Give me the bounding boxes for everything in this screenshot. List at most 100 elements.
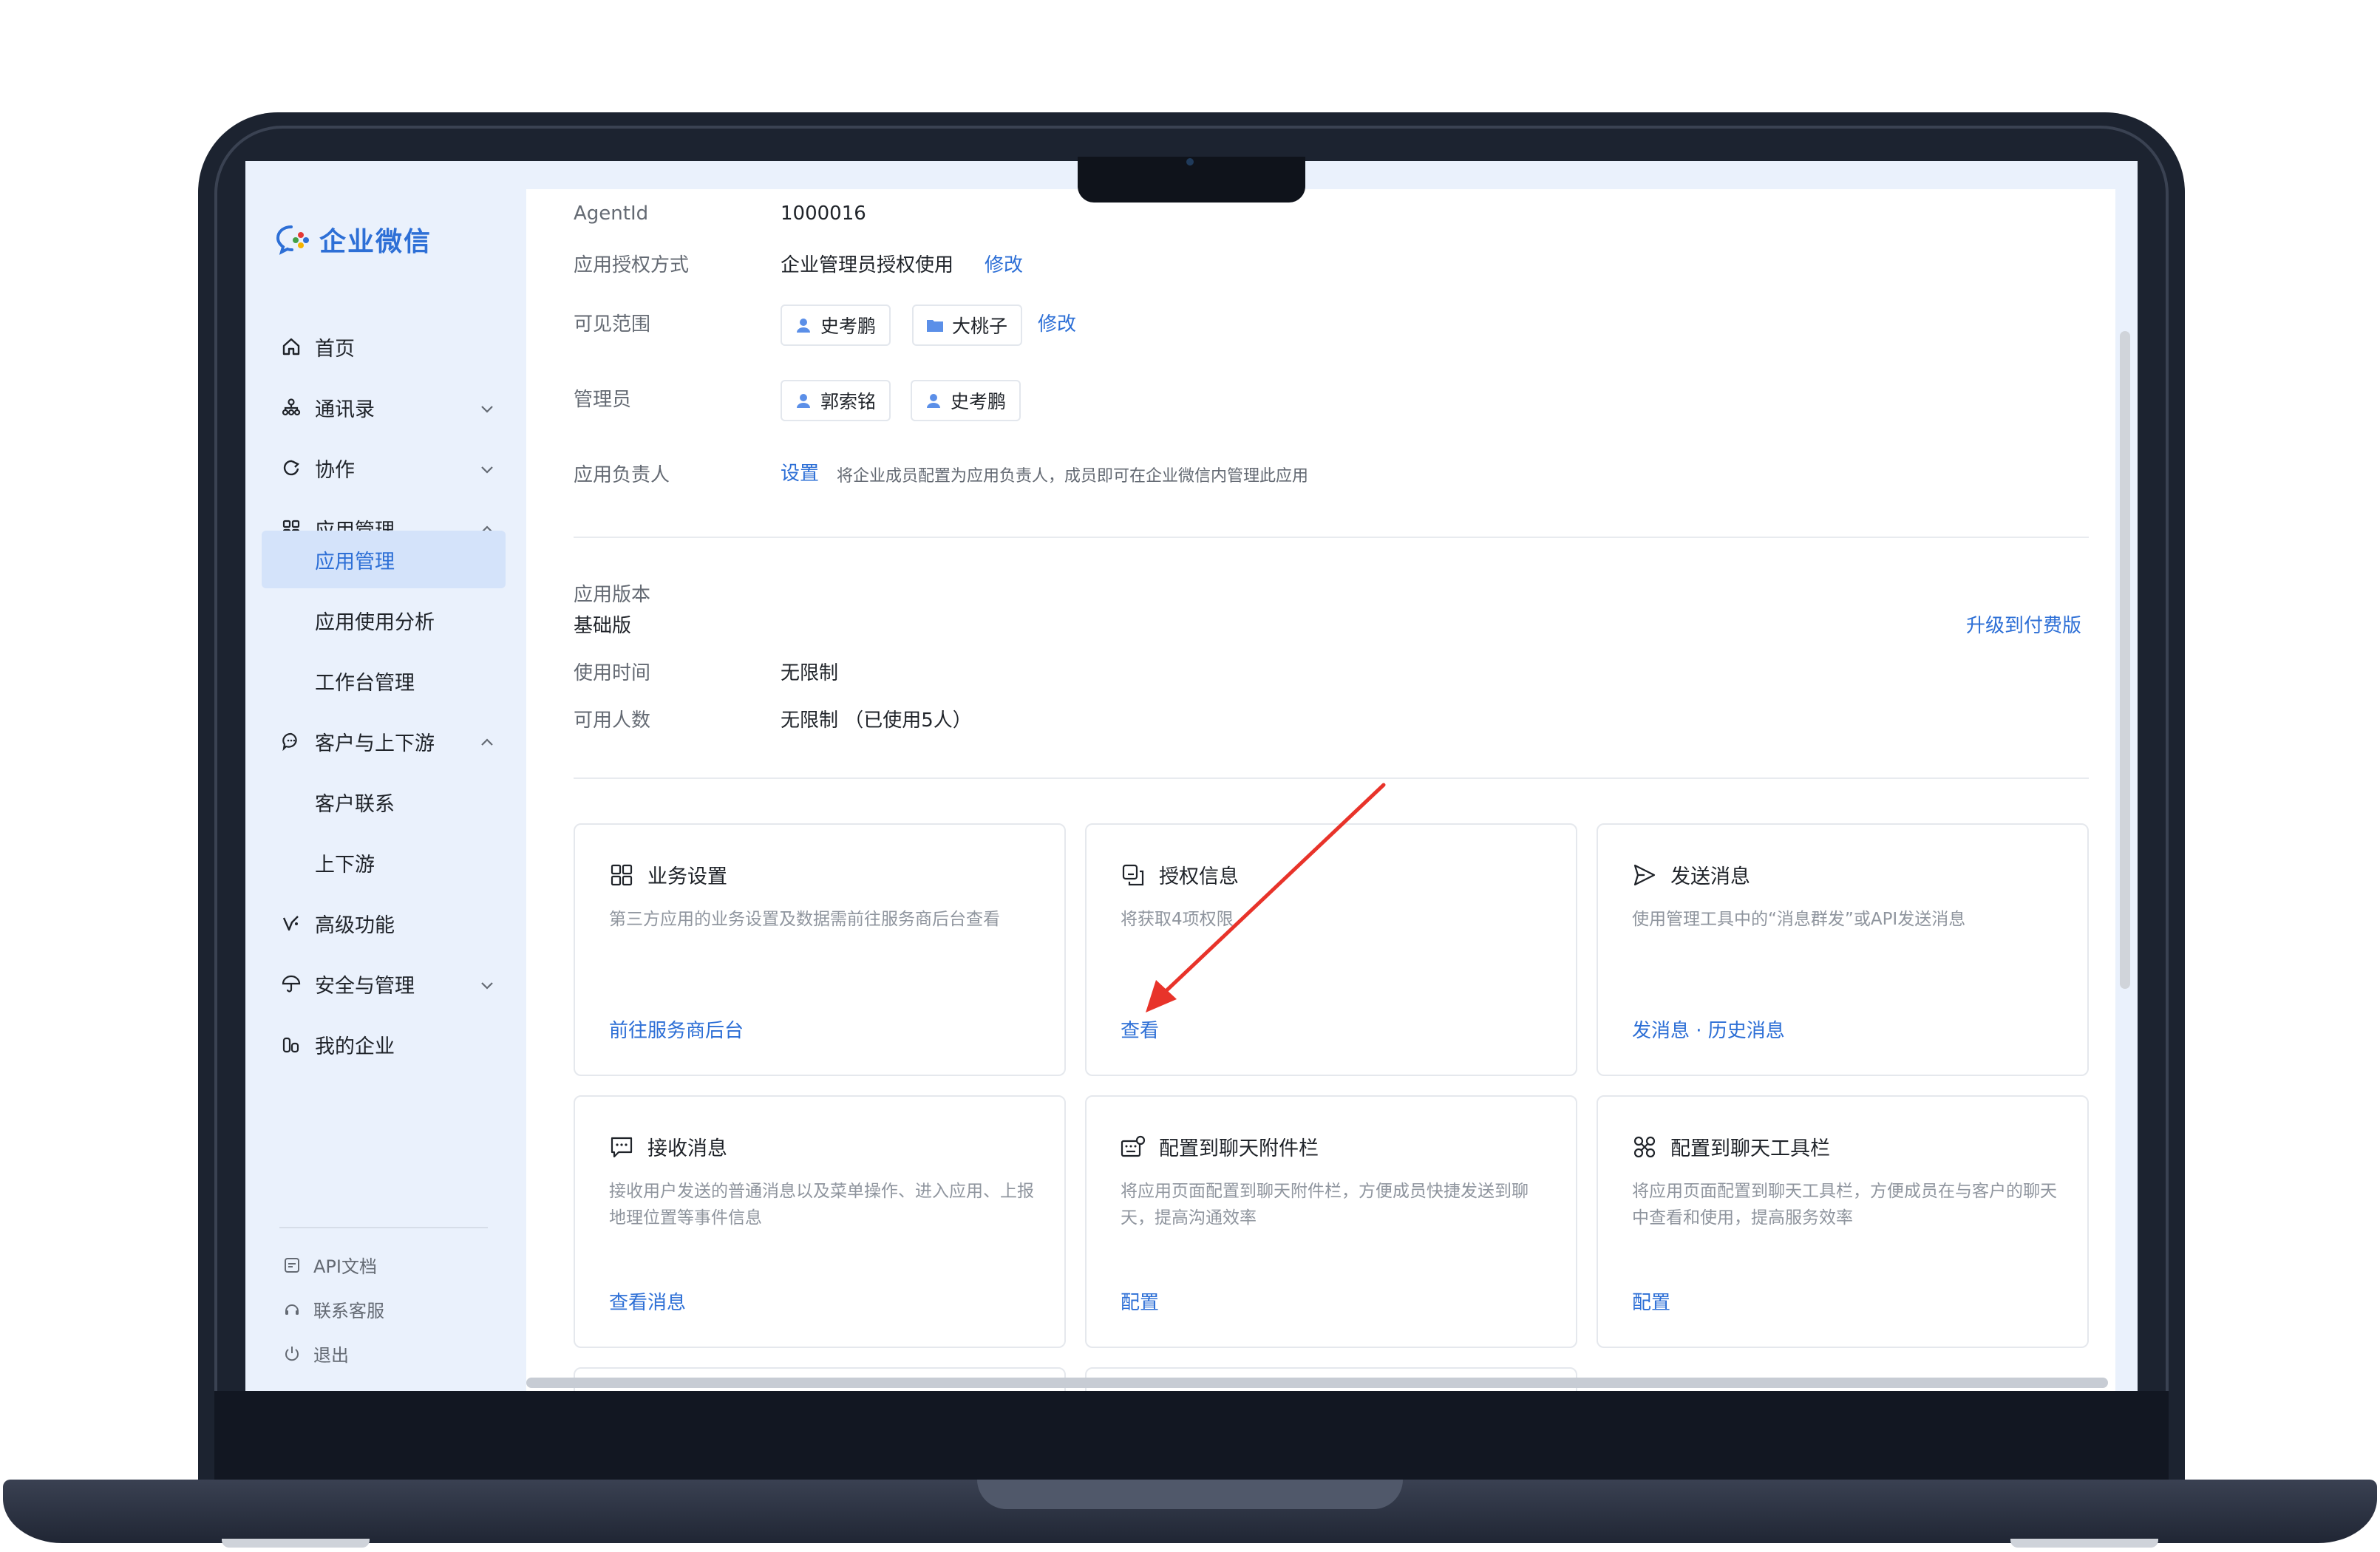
document-icon bbox=[282, 1256, 302, 1275]
sidebar-item-advanced[interactable]: 高级功能 bbox=[262, 894, 506, 952]
tools-icon bbox=[1632, 1134, 1657, 1160]
horizontal-scrollbar[interactable] bbox=[526, 1378, 2108, 1388]
card-action-link[interactable]: 配置 bbox=[1632, 1287, 1670, 1315]
sidebar-item-label: 安全与管理 bbox=[315, 974, 415, 998]
user-icon bbox=[924, 391, 943, 410]
sidebar-footer-logout[interactable]: 退出 bbox=[282, 1341, 349, 1366]
sidebar-item-collaboration[interactable]: 协作 bbox=[262, 439, 506, 497]
admin-label: 管理员 bbox=[574, 389, 632, 411]
umbrella-icon bbox=[281, 973, 302, 994]
sidebar-footer-support[interactable]: 联系客服 bbox=[282, 1296, 384, 1322]
app-owner-label: 应用负责人 bbox=[574, 464, 670, 486]
brand-name: 企业微信 bbox=[319, 227, 432, 257]
sidebar-sub-app-management[interactable]: 应用管理 bbox=[262, 531, 506, 588]
keyboard-settings-icon bbox=[1121, 1134, 1146, 1160]
card-description: 将应用页面配置到聊天工具栏，方便成员在与客户的聊天中查看和使用，提高服务效率 bbox=[1632, 1182, 2057, 1228]
sidebar-sub-customer-contact[interactable]: 客户联系 bbox=[262, 773, 506, 831]
card-description: 将应用页面配置到聊天附件栏，方便成员快捷发送到聊天，提高沟通效率 bbox=[1121, 1182, 1529, 1228]
sidebar-item-label: 首页 bbox=[315, 337, 355, 361]
card-title: 业务设置 bbox=[647, 865, 727, 888]
sidebar-item-customers[interactable]: 客户与上下游 bbox=[262, 712, 506, 770]
sidebar-item-label: 高级功能 bbox=[315, 913, 395, 937]
agentid-label: AgentId bbox=[574, 202, 649, 225]
card-description: 将获取4项权限 bbox=[1121, 910, 1234, 929]
app-owner-set-link[interactable]: 设置 bbox=[781, 458, 819, 486]
headset-icon bbox=[282, 1300, 302, 1319]
message-icon bbox=[609, 1134, 634, 1160]
sidebar-item-contacts[interactable]: 通讯录 bbox=[262, 378, 506, 436]
visible-scope-label: 可见范围 bbox=[574, 313, 651, 336]
brand-logo[interactable]: 企业微信 bbox=[276, 220, 432, 259]
admin-name: 史考鹏 bbox=[951, 391, 1007, 412]
card-authorization-info: 授权信息 将获取4项权限 查看 bbox=[1085, 823, 1577, 1076]
card-business-settings: 业务设置 第三方应用的业务设置及数据需前往服务商后台查看 前往服务商后台 bbox=[574, 823, 1066, 1076]
collaboration-icon bbox=[281, 457, 302, 478]
admin-chip[interactable]: 史考鹏 bbox=[911, 380, 1021, 421]
card-description: 第三方应用的业务设置及数据需前往服务商后台查看 bbox=[609, 910, 1000, 929]
card-action-link[interactable]: 前往服务商后台 bbox=[609, 1015, 744, 1043]
card-title: 配置到聊天附件栏 bbox=[1159, 1137, 1319, 1160]
sidebar-item-my-company[interactable]: 我的企业 bbox=[262, 1015, 506, 1073]
admin-chip[interactable]: 郭索铭 bbox=[781, 380, 891, 421]
sidebar-sub-workbench-management[interactable]: 工作台管理 bbox=[262, 652, 506, 709]
agentid-value: 1000016 bbox=[781, 202, 866, 225]
home-icon bbox=[281, 336, 302, 357]
sidebar-footer-label: 退出 bbox=[313, 1345, 349, 1366]
screen: 企业微信 首页 通讯录 协作 应用管理 应用使用分析 工作台管理 客户与上下游 … bbox=[245, 161, 2138, 1391]
sidebar-item-label: 工作台管理 bbox=[315, 671, 415, 695]
user-icon bbox=[794, 391, 813, 410]
card-description: 接收用户发送的普通消息以及菜单操作、进入应用、上报地理位置等事件信息 bbox=[609, 1182, 1034, 1228]
card-chat-attachment-bar: 配置到聊天附件栏 将应用页面配置到聊天附件栏，方便成员快捷发送到聊天，提高沟通效… bbox=[1085, 1095, 1577, 1348]
sidebar-item-label: 应用管理 bbox=[315, 550, 395, 574]
vertical-scrollbar[interactable] bbox=[2120, 331, 2130, 989]
screen-bottom-bezel bbox=[214, 1391, 2169, 1480]
admin-name: 郭索铭 bbox=[820, 391, 877, 412]
usage-time-value: 无限制 bbox=[781, 662, 839, 684]
sidebar: 企业微信 首页 通讯录 协作 应用管理 应用使用分析 工作台管理 客户与上下游 … bbox=[245, 161, 526, 1391]
chevron-down-icon bbox=[479, 976, 495, 992]
company-icon bbox=[281, 1034, 302, 1055]
card-action-link[interactable]: 发消息 · 历史消息 bbox=[1632, 1015, 1785, 1043]
sidebar-item-label: 上下游 bbox=[315, 853, 375, 877]
send-icon bbox=[1632, 862, 1657, 888]
chevron-down-icon bbox=[479, 460, 495, 476]
sidebar-item-home[interactable]: 首页 bbox=[262, 318, 506, 375]
sidebar-item-label: 应用使用分析 bbox=[315, 610, 435, 634]
sidebar-sub-app-usage-analysis[interactable]: 应用使用分析 bbox=[262, 591, 506, 649]
card-chat-toolbar: 配置到聊天工具栏 将应用页面配置到聊天工具栏，方便成员在与客户的聊天中查看和使用… bbox=[1597, 1095, 2089, 1348]
wecom-logo-icon bbox=[276, 224, 310, 255]
upgrade-link[interactable]: 升级到付费版 bbox=[1966, 610, 2081, 638]
visible-scope-edit-link[interactable]: 修改 bbox=[1038, 309, 1076, 336]
card-title: 授权信息 bbox=[1159, 865, 1239, 888]
card-action-link[interactable]: 查看 bbox=[1121, 1015, 1159, 1043]
section-divider bbox=[574, 777, 2089, 779]
chevron-down-icon bbox=[479, 399, 495, 415]
section-divider bbox=[574, 537, 2089, 538]
card-title: 发送消息 bbox=[1670, 865, 1750, 888]
scope-user-name: 史考鹏 bbox=[820, 316, 877, 337]
card-action-link[interactable]: 配置 bbox=[1121, 1287, 1159, 1315]
power-icon bbox=[282, 1344, 302, 1364]
sidebar-item-security[interactable]: 安全与管理 bbox=[262, 955, 506, 1012]
grid-icon bbox=[609, 862, 634, 888]
camera-icon bbox=[1186, 158, 1194, 166]
sidebar-item-label: 协作 bbox=[315, 458, 355, 482]
app-owner-hint: 将企业成员配置为应用负责人，成员即可在企业微信内管理此应用 bbox=[837, 467, 1309, 486]
folder-icon bbox=[925, 316, 945, 335]
laptop-foot-right bbox=[2010, 1539, 2158, 1548]
user-count-label: 可用人数 bbox=[574, 709, 651, 732]
card-action-link[interactable]: 查看消息 bbox=[609, 1287, 686, 1315]
sidebar-sub-upstream-downstream[interactable]: 上下游 bbox=[262, 834, 506, 891]
chevron-up-icon bbox=[479, 733, 495, 749]
auth-method-edit-link[interactable]: 修改 bbox=[985, 250, 1023, 277]
auth-method-value: 企业管理员授权使用 bbox=[781, 254, 954, 276]
card-send-message: 发送消息 使用管理工具中的“消息群发”或API发送消息 发消息 · 历史消息 bbox=[1597, 823, 2089, 1076]
card-title: 接收消息 bbox=[647, 1137, 727, 1160]
scope-dept-name: 大桃子 bbox=[952, 316, 1008, 337]
scope-dept-chip[interactable]: 大桃子 bbox=[912, 304, 1023, 346]
scope-user-chip[interactable]: 史考鹏 bbox=[781, 304, 891, 346]
card-description: 使用管理工具中的“消息群发”或API发送消息 bbox=[1632, 910, 1966, 929]
sidebar-footer-api-docs[interactable]: API文档 bbox=[282, 1252, 377, 1278]
user-icon bbox=[794, 316, 813, 335]
advanced-icon bbox=[281, 913, 302, 933]
